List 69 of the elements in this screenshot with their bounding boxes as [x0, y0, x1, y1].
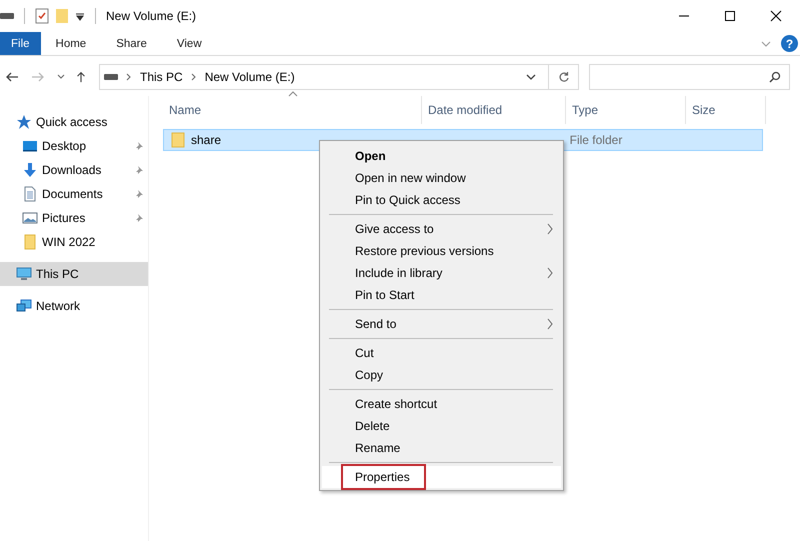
chevron-right-icon	[126, 73, 132, 81]
menu-item[interactable]: Create shortcut	[322, 393, 561, 415]
menu-item[interactable]: Cut	[322, 342, 561, 364]
sidebar-item[interactable]: This PC	[0, 262, 148, 286]
folder-icon	[22, 234, 38, 250]
close-icon[interactable]	[770, 10, 782, 22]
table-cell: share	[191, 133, 222, 147]
breadcrumb[interactable]: This PC	[140, 70, 183, 84]
monitor-icon	[22, 138, 38, 154]
chevron-down-icon[interactable]	[526, 74, 536, 80]
picture-icon	[22, 210, 38, 226]
ribbon-tab[interactable]: View	[162, 32, 217, 55]
maximize-icon[interactable]	[724, 10, 736, 22]
search-icon	[769, 71, 781, 83]
menu-item[interactable]: Include in library	[322, 262, 561, 284]
column-header[interactable]: Type	[566, 96, 686, 124]
menu-item[interactable]: Pin to Quick access	[322, 189, 561, 211]
folder-icon	[170, 132, 186, 148]
chevron-down-icon[interactable]	[57, 74, 65, 80]
column-header[interactable]: Name	[163, 96, 422, 124]
up-arrow-icon[interactable]	[74, 71, 88, 83]
menu-item[interactable]: Rename	[322, 437, 561, 459]
chevron-right-icon	[547, 267, 553, 279]
ribbon-tab[interactable]: File	[0, 32, 41, 55]
breadcrumb[interactable]: New Volume (E:)	[204, 70, 295, 84]
pin-icon	[134, 213, 144, 223]
menu-item[interactable]: Copy	[322, 364, 561, 386]
star-icon	[16, 114, 32, 130]
pin-icon	[134, 189, 144, 199]
column-header[interactable]: Date modified	[422, 96, 566, 124]
drive-icon	[0, 12, 14, 20]
address-bar[interactable]: This PC New Volume (E:)	[99, 64, 579, 90]
menu-item[interactable]: Pin to Start	[322, 284, 561, 306]
sidebar-item[interactable]: Desktop	[0, 134, 148, 158]
chevron-right-icon	[547, 318, 553, 330]
sidebar-item[interactable]: Documents	[0, 182, 148, 206]
table-cell: File folder	[570, 133, 622, 147]
menu-item[interactable]: Restore previous versions	[322, 240, 561, 262]
checklist-icon[interactable]	[35, 8, 49, 24]
window-title: New Volume (E:)	[106, 9, 196, 23]
sidebar-item[interactable]: Quick access	[0, 110, 148, 134]
ribbon-tab[interactable]: Home	[40, 32, 102, 55]
sidebar-item[interactable]: Pictures	[0, 206, 148, 230]
help-button[interactable]: ?	[781, 35, 798, 52]
ribbon-tab[interactable]: Share	[101, 32, 162, 55]
drive-icon	[104, 73, 118, 81]
menu-item[interactable]: Open	[322, 145, 561, 167]
sidebar-item[interactable]: WIN 2022	[0, 230, 148, 254]
menu-item[interactable]: Give access to	[322, 218, 561, 240]
document-icon	[22, 186, 38, 202]
down-arrow-icon	[22, 162, 38, 178]
sidebar-item[interactable]: Network	[0, 294, 148, 318]
column-header[interactable]: Size	[686, 96, 766, 124]
sidebar-item[interactable]: Downloads	[0, 158, 148, 182]
dropdown-icon[interactable]	[75, 11, 85, 21]
menu-item[interactable]: Open in new window	[322, 167, 561, 189]
back-icon[interactable]	[5, 71, 19, 83]
search-field[interactable]	[589, 64, 790, 90]
menu-item[interactable]: Properties	[322, 466, 561, 488]
chevron-right-icon	[190, 73, 197, 81]
refresh-icon[interactable]	[558, 71, 570, 83]
sort-up-icon	[288, 91, 298, 97]
pin-icon	[134, 141, 144, 151]
chevron-right-icon	[547, 223, 553, 235]
pin-icon	[134, 165, 144, 175]
monitor-icon	[16, 266, 32, 282]
menu-item[interactable]: Delete	[322, 415, 561, 437]
menu-item[interactable]: Send to	[322, 313, 561, 335]
network-icon	[16, 298, 32, 314]
